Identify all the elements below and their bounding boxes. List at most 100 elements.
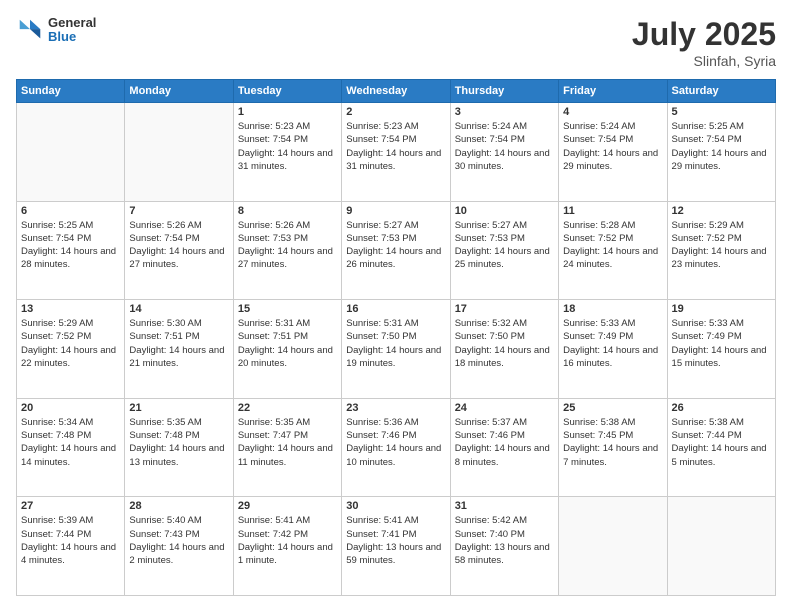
- table-row: 19 Sunrise: 5:33 AM Sunset: 7:49 PM Dayl…: [667, 300, 775, 399]
- logo-icon: [16, 16, 44, 44]
- day-detail: Sunrise: 5:36 AM Sunset: 7:46 PM Dayligh…: [346, 416, 445, 469]
- sunrise-text: Sunrise: 5:31 AM: [238, 318, 310, 329]
- page: General Blue July 2025 Slinfah, Syria Su…: [0, 0, 792, 612]
- day-detail: Sunrise: 5:24 AM Sunset: 7:54 PM Dayligh…: [563, 120, 662, 173]
- day-number: 6: [21, 205, 120, 217]
- table-row: 21 Sunrise: 5:35 AM Sunset: 7:48 PM Dayl…: [125, 398, 233, 497]
- day-detail: Sunrise: 5:26 AM Sunset: 7:53 PM Dayligh…: [238, 219, 337, 272]
- daylight-text: Daylight: 14 hours and 29 minutes.: [672, 148, 767, 172]
- day-number: 11: [563, 205, 662, 217]
- sunset-text: Sunset: 7:49 PM: [563, 331, 633, 342]
- sunrise-text: Sunrise: 5:25 AM: [21, 220, 93, 231]
- day-detail: Sunrise: 5:30 AM Sunset: 7:51 PM Dayligh…: [129, 317, 228, 370]
- sunset-text: Sunset: 7:49 PM: [672, 331, 742, 342]
- sunset-text: Sunset: 7:44 PM: [672, 430, 742, 441]
- day-detail: Sunrise: 5:28 AM Sunset: 7:52 PM Dayligh…: [563, 219, 662, 272]
- day-detail: Sunrise: 5:29 AM Sunset: 7:52 PM Dayligh…: [672, 219, 771, 272]
- daylight-text: Daylight: 14 hours and 11 minutes.: [238, 443, 333, 467]
- day-detail: Sunrise: 5:40 AM Sunset: 7:43 PM Dayligh…: [129, 514, 228, 567]
- title-block: July 2025 Slinfah, Syria: [632, 16, 776, 69]
- table-row: [17, 103, 125, 202]
- table-row: 18 Sunrise: 5:33 AM Sunset: 7:49 PM Dayl…: [559, 300, 667, 399]
- daylight-text: Daylight: 14 hours and 28 minutes.: [21, 246, 116, 270]
- day-detail: Sunrise: 5:37 AM Sunset: 7:46 PM Dayligh…: [455, 416, 554, 469]
- day-detail: Sunrise: 5:27 AM Sunset: 7:53 PM Dayligh…: [455, 219, 554, 272]
- sunrise-text: Sunrise: 5:38 AM: [672, 417, 744, 428]
- header-sunday: Sunday: [17, 80, 125, 103]
- day-detail: Sunrise: 5:31 AM Sunset: 7:50 PM Dayligh…: [346, 317, 445, 370]
- day-number: 3: [455, 106, 554, 118]
- day-number: 19: [672, 303, 771, 315]
- day-detail: Sunrise: 5:25 AM Sunset: 7:54 PM Dayligh…: [672, 120, 771, 173]
- table-row: 3 Sunrise: 5:24 AM Sunset: 7:54 PM Dayli…: [450, 103, 558, 202]
- day-number: 18: [563, 303, 662, 315]
- daylight-text: Daylight: 14 hours and 30 minutes.: [455, 148, 550, 172]
- sunset-text: Sunset: 7:54 PM: [346, 134, 416, 145]
- day-detail: Sunrise: 5:34 AM Sunset: 7:48 PM Dayligh…: [21, 416, 120, 469]
- daylight-text: Daylight: 14 hours and 4 minutes.: [21, 542, 116, 566]
- daylight-text: Daylight: 14 hours and 10 minutes.: [346, 443, 441, 467]
- sunrise-text: Sunrise: 5:33 AM: [672, 318, 744, 329]
- sunrise-text: Sunrise: 5:31 AM: [346, 318, 418, 329]
- sunset-text: Sunset: 7:47 PM: [238, 430, 308, 441]
- day-number: 7: [129, 205, 228, 217]
- daylight-text: Daylight: 14 hours and 23 minutes.: [672, 246, 767, 270]
- sunset-text: Sunset: 7:54 PM: [129, 233, 199, 244]
- day-detail: Sunrise: 5:38 AM Sunset: 7:45 PM Dayligh…: [563, 416, 662, 469]
- table-row: 22 Sunrise: 5:35 AM Sunset: 7:47 PM Dayl…: [233, 398, 341, 497]
- table-row: 9 Sunrise: 5:27 AM Sunset: 7:53 PM Dayli…: [342, 201, 450, 300]
- daylight-text: Daylight: 14 hours and 15 minutes.: [672, 345, 767, 369]
- day-number: 8: [238, 205, 337, 217]
- day-number: 27: [21, 500, 120, 512]
- daylight-text: Daylight: 14 hours and 27 minutes.: [129, 246, 224, 270]
- sunrise-text: Sunrise: 5:29 AM: [672, 220, 744, 231]
- sunset-text: Sunset: 7:53 PM: [238, 233, 308, 244]
- day-number: 31: [455, 500, 554, 512]
- sunset-text: Sunset: 7:52 PM: [21, 331, 91, 342]
- sunset-text: Sunset: 7:46 PM: [455, 430, 525, 441]
- day-detail: Sunrise: 5:42 AM Sunset: 7:40 PM Dayligh…: [455, 514, 554, 567]
- table-row: 14 Sunrise: 5:30 AM Sunset: 7:51 PM Dayl…: [125, 300, 233, 399]
- table-row: 12 Sunrise: 5:29 AM Sunset: 7:52 PM Dayl…: [667, 201, 775, 300]
- sunset-text: Sunset: 7:52 PM: [563, 233, 633, 244]
- day-number: 17: [455, 303, 554, 315]
- day-number: 30: [346, 500, 445, 512]
- daylight-text: Daylight: 14 hours and 2 minutes.: [129, 542, 224, 566]
- daylight-text: Daylight: 14 hours and 25 minutes.: [455, 246, 550, 270]
- calendar-week-1: 1 Sunrise: 5:23 AM Sunset: 7:54 PM Dayli…: [17, 103, 776, 202]
- table-row: 30 Sunrise: 5:41 AM Sunset: 7:41 PM Dayl…: [342, 497, 450, 596]
- sunset-text: Sunset: 7:53 PM: [455, 233, 525, 244]
- day-number: 4: [563, 106, 662, 118]
- day-number: 10: [455, 205, 554, 217]
- day-detail: Sunrise: 5:32 AM Sunset: 7:50 PM Dayligh…: [455, 317, 554, 370]
- daylight-text: Daylight: 14 hours and 8 minutes.: [455, 443, 550, 467]
- daylight-text: Daylight: 14 hours and 22 minutes.: [21, 345, 116, 369]
- daylight-text: Daylight: 14 hours and 24 minutes.: [563, 246, 658, 270]
- table-row: 17 Sunrise: 5:32 AM Sunset: 7:50 PM Dayl…: [450, 300, 558, 399]
- sunrise-text: Sunrise: 5:29 AM: [21, 318, 93, 329]
- daylight-text: Daylight: 14 hours and 13 minutes.: [129, 443, 224, 467]
- day-number: 5: [672, 106, 771, 118]
- sunset-text: Sunset: 7:40 PM: [455, 529, 525, 540]
- table-row: 24 Sunrise: 5:37 AM Sunset: 7:46 PM Dayl…: [450, 398, 558, 497]
- sunset-text: Sunset: 7:46 PM: [346, 430, 416, 441]
- sunset-text: Sunset: 7:44 PM: [21, 529, 91, 540]
- table-row: 16 Sunrise: 5:31 AM Sunset: 7:50 PM Dayl…: [342, 300, 450, 399]
- day-detail: Sunrise: 5:33 AM Sunset: 7:49 PM Dayligh…: [672, 317, 771, 370]
- day-detail: Sunrise: 5:23 AM Sunset: 7:54 PM Dayligh…: [346, 120, 445, 173]
- sunset-text: Sunset: 7:50 PM: [346, 331, 416, 342]
- day-detail: Sunrise: 5:39 AM Sunset: 7:44 PM Dayligh…: [21, 514, 120, 567]
- day-number: 23: [346, 402, 445, 414]
- table-row: [667, 497, 775, 596]
- header-saturday: Saturday: [667, 80, 775, 103]
- day-number: 2: [346, 106, 445, 118]
- sunset-text: Sunset: 7:54 PM: [21, 233, 91, 244]
- sunrise-text: Sunrise: 5:40 AM: [129, 515, 201, 526]
- calendar-week-5: 27 Sunrise: 5:39 AM Sunset: 7:44 PM Dayl…: [17, 497, 776, 596]
- table-row: 23 Sunrise: 5:36 AM Sunset: 7:46 PM Dayl…: [342, 398, 450, 497]
- sunrise-text: Sunrise: 5:41 AM: [346, 515, 418, 526]
- day-number: 14: [129, 303, 228, 315]
- daylight-text: Daylight: 14 hours and 7 minutes.: [563, 443, 658, 467]
- table-row: 26 Sunrise: 5:38 AM Sunset: 7:44 PM Dayl…: [667, 398, 775, 497]
- daylight-text: Daylight: 14 hours and 31 minutes.: [238, 148, 333, 172]
